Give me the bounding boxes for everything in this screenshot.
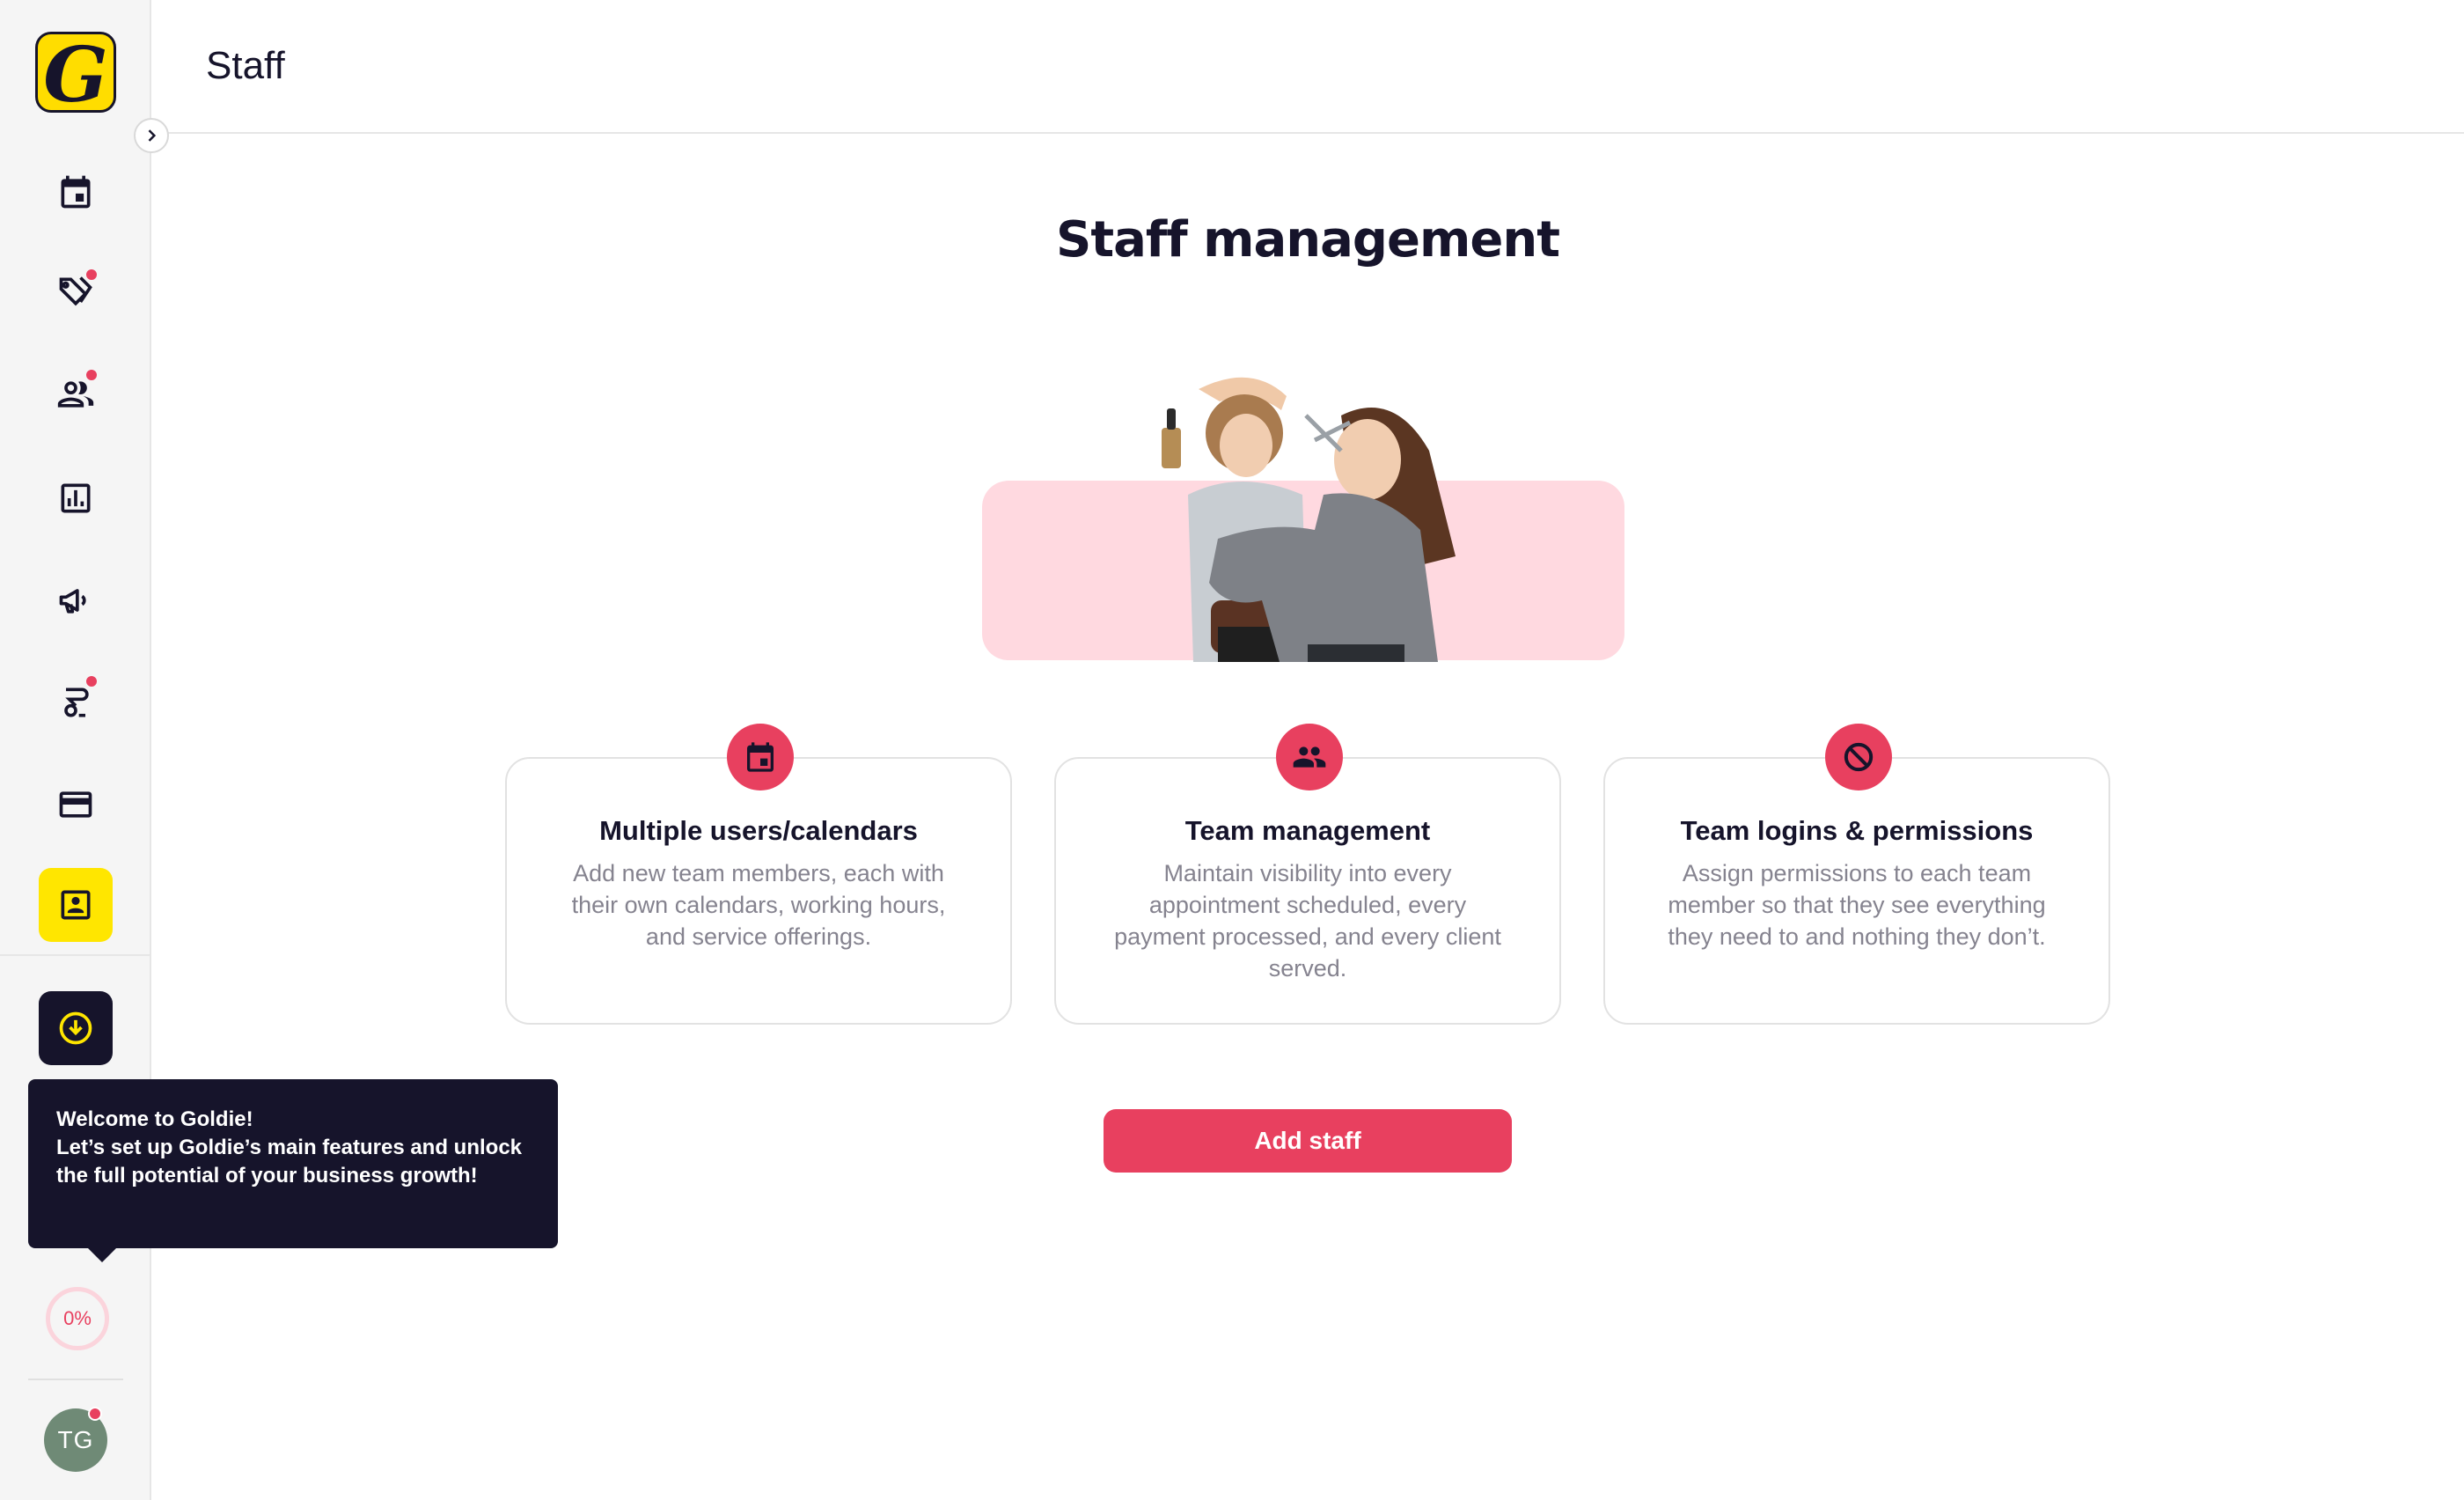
feature-card-logins-permissions: Team logins & permissions Assign permiss… [1603,724,2110,1025]
notification-dot [84,368,99,382]
sidebar-toggle-button[interactable] [134,118,169,153]
welcome-tooltip: Welcome to Goldie! Let’s set up Goldie’s… [28,1079,558,1262]
download-button[interactable] [39,991,113,1065]
sidebar: G 0% TG [0,0,151,1500]
section-title: Staff management [1056,211,1560,268]
sidebar-item-marketing[interactable] [39,563,113,637]
megaphone-icon [59,589,86,614]
feature-title: Multiple users/calendars [599,815,918,846]
tooltip-title: Welcome to Goldie! [56,1107,253,1131]
user-avatar[interactable]: TG [44,1407,107,1472]
calendar-icon [61,175,91,209]
staff-photo-illustration [1162,377,1456,662]
block-icon [1844,742,1874,772]
feature-card-team-management: Team management Maintain visibility into… [1054,724,1561,1025]
hero-illustration [980,363,1624,662]
credit-card-icon [59,791,92,818]
sidebar-item-calendar[interactable] [39,155,113,229]
feature-title: Team logins & permissions [1680,815,2034,846]
setup-progress-label: 0% [63,1307,92,1329]
scissors-icon [64,688,89,717]
sidebar-divider [0,954,150,956]
sidebar-item-reports[interactable] [39,461,113,535]
chevron-right-icon [148,129,157,142]
card-icon-badge [1276,724,1343,790]
sidebar-item-clients[interactable] [39,357,113,431]
bar-chart-icon [61,483,91,513]
goldie-logo[interactable]: G [35,32,116,113]
notification-dot [88,1407,102,1421]
notification-dot [84,674,99,688]
download-circle-icon [59,1011,92,1045]
group-icon [1293,746,1326,768]
calendar-icon [747,742,774,772]
sidebar-item-setup[interactable] [39,665,113,739]
contact-card-icon [61,890,91,920]
add-staff-button[interactable]: Add staff [1104,1109,1512,1173]
tooltip-body: Let’s set up Goldie’s main features and … [56,1136,523,1188]
sidebar-item-services[interactable] [39,255,113,329]
logo-letter: G [43,32,108,113]
notification-dot [84,268,99,282]
feature-title: Team management [1184,815,1431,846]
feature-description: Maintain visibility into every appointme… [1114,860,1501,982]
user-initials: TG [57,1426,94,1453]
sidebar-item-staff[interactable] [39,868,113,942]
card-icon-badge [1825,724,1892,790]
feature-description: Add new team members, each with their ow… [571,860,946,950]
feature-description: Assign permissions to each team member s… [1668,860,2046,950]
sidebar-divider [28,1379,123,1380]
sidebar-item-payments[interactable] [39,768,113,842]
page-header: Staff [151,0,2464,134]
feature-card-multiple-users: Multiple users/calendars Add new team me… [505,724,1012,1025]
page-title: Staff [206,44,285,87]
setup-progress-indicator[interactable]: 0% [46,1287,109,1350]
card-icon-badge [727,724,794,790]
